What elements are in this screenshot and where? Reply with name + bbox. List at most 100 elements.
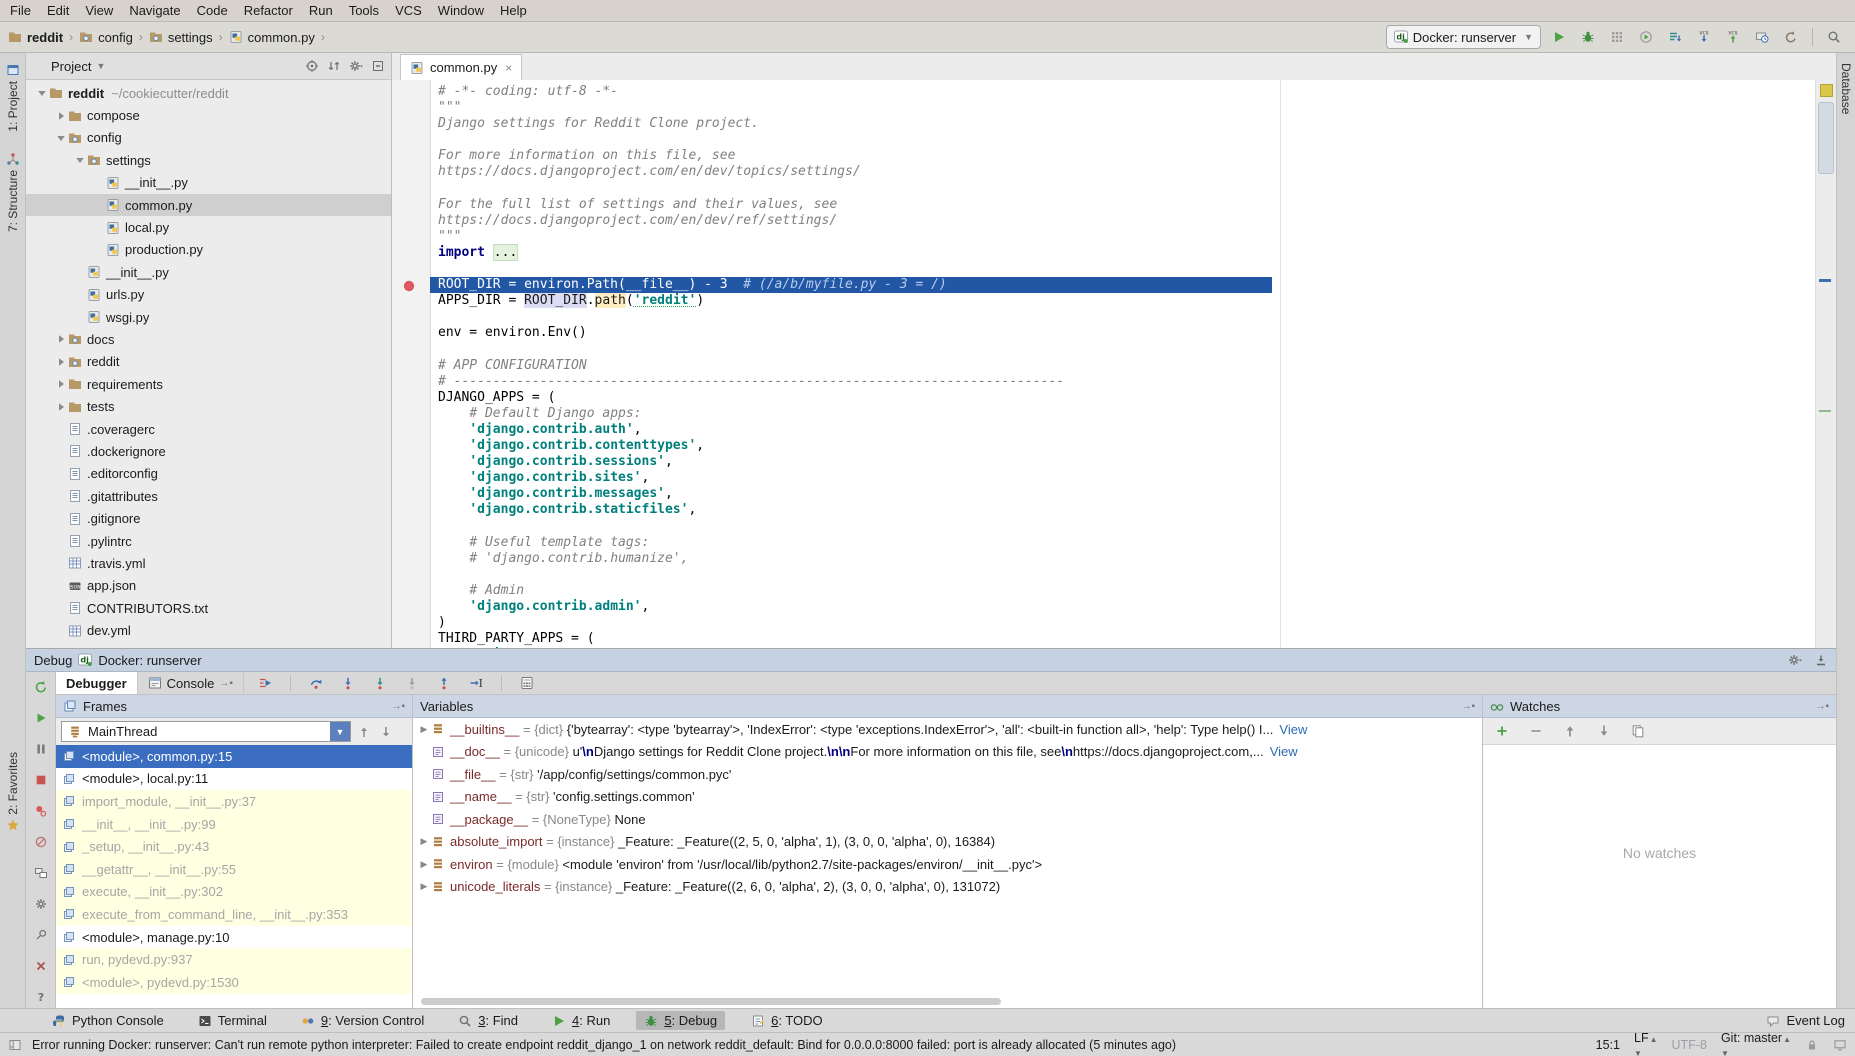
tree-item--editorconfig[interactable]: .editorconfig	[26, 463, 391, 485]
tool-window-button-2-Favorites[interactable]: 2: Favorites	[0, 742, 25, 843]
tree-collapsed-icon[interactable]	[53, 332, 68, 346]
stack-frame[interactable]: <module>, manage.py:10	[56, 926, 412, 949]
tool-window-button-1-Project[interactable]: 1: Project	[0, 53, 25, 142]
breadcrumb-reddit[interactable]: reddit	[6, 30, 65, 45]
line-ending-widget[interactable]: LF▲▼	[1634, 1031, 1658, 1056]
view-link[interactable]: View	[1270, 744, 1298, 759]
menu-view[interactable]: View	[77, 1, 121, 20]
stop-button[interactable]	[30, 769, 52, 791]
caret-position-widget[interactable]: 15:1	[1596, 1038, 1620, 1052]
menu-refactor[interactable]: Refactor	[236, 1, 301, 20]
view-breakpoints-button[interactable]	[30, 800, 52, 822]
stack-frame[interactable]: run, pydevd.py:937	[56, 948, 412, 971]
variable-row-__file__[interactable]: __file__ = {str} '/app/config/settings/c…	[413, 763, 1482, 786]
menu-tools[interactable]: Tools	[341, 1, 387, 20]
tree-item-reddit[interactable]: reddit~/cookiecutter/reddit	[26, 82, 391, 104]
target-icon[interactable]	[305, 59, 319, 73]
expand-arrow-icon[interactable]: ▶	[417, 859, 431, 870]
stack-frame[interactable]: <module>, local.py:11	[56, 768, 412, 791]
collapse-all-icon[interactable]	[371, 59, 385, 73]
stack-frame[interactable]: <module>, common.py:15	[56, 745, 412, 768]
thread-select[interactable]: MainThread ▼	[61, 721, 351, 742]
help-button[interactable]: ?	[30, 986, 52, 1008]
variable-row-unicode_literals[interactable]: ▶unicode_literals = {instance} _Feature:…	[413, 876, 1482, 899]
menu-file[interactable]: File	[2, 1, 39, 20]
stack-frame[interactable]: <module>, pydevd.py:1530	[56, 971, 412, 994]
show-execution-point-button[interactable]	[254, 672, 276, 694]
menu-edit[interactable]: Edit	[39, 1, 77, 20]
history-button[interactable]	[1751, 26, 1773, 48]
tree-item-__init__-py[interactable]: __init__.py	[26, 172, 391, 194]
project-view-select[interactable]: Project ▼	[32, 59, 105, 74]
tree-collapsed-icon[interactable]	[53, 377, 68, 391]
pin-icon[interactable]: →▪	[1461, 701, 1475, 712]
tree-item-local-py[interactable]: local.py	[26, 216, 391, 238]
menu-help[interactable]: Help	[492, 1, 535, 20]
pin-icon[interactable]: →▪	[1815, 701, 1829, 712]
pause-button[interactable]	[30, 738, 52, 760]
menu-run[interactable]: Run	[301, 1, 341, 20]
variable-row-__builtins__[interactable]: ▶__builtins__ = {dict} {'bytearray': <ty…	[413, 718, 1482, 741]
stack-frame[interactable]: execute, __init__.py:302	[56, 881, 412, 904]
stack-frame[interactable]: execute_from_command_line, __init__.py:3…	[56, 903, 412, 926]
force-step-into-button[interactable]	[401, 672, 423, 694]
stack-frame[interactable]: __getattr__, __init__.py:55	[56, 858, 412, 881]
tool-window-button-run[interactable]: 4: Run	[544, 1011, 618, 1030]
lock-icon[interactable]	[1805, 1038, 1819, 1052]
tool-window-button-database[interactable]: Database	[1837, 53, 1855, 124]
view-link[interactable]: View	[1279, 722, 1307, 737]
tree-item-settings[interactable]: settings	[26, 149, 391, 171]
run-button[interactable]	[1548, 26, 1570, 48]
menu-navigate[interactable]: Navigate	[121, 1, 188, 20]
vcs-commit-button[interactable]: VCS	[1722, 26, 1744, 48]
tree-item-reddit[interactable]: reddit	[26, 351, 391, 373]
event-log-button[interactable]: Event Log	[1766, 1013, 1845, 1028]
editor-scrollbar[interactable]	[1815, 80, 1836, 648]
expand-arrow-icon[interactable]: ▶	[417, 836, 431, 847]
variable-row-__doc__[interactable]: __doc__ = {unicode} u'\nDjango settings …	[413, 741, 1482, 764]
tree-expanded-icon[interactable]	[53, 131, 68, 145]
tree-item-app-json[interactable]: JSONapp.json	[26, 575, 391, 597]
tree-item--gitattributes[interactable]: .gitattributes	[26, 485, 391, 507]
tree-item-dev-yml[interactable]: dev.yml	[26, 619, 391, 641]
tool-window-button-7-Structure[interactable]: 7: Structure	[0, 142, 25, 242]
inspection-status-icon[interactable]	[1820, 84, 1833, 97]
search-everywhere-button[interactable]	[1823, 26, 1845, 48]
coverage-button[interactable]	[1606, 26, 1628, 48]
tree-collapsed-icon[interactable]	[53, 109, 68, 123]
tree-expanded-icon[interactable]	[72, 153, 87, 167]
expand-arrow-icon[interactable]: ▶	[417, 724, 431, 735]
tool-window-button-terminal[interactable]: Terminal	[190, 1011, 275, 1030]
tool-window-button-debug[interactable]: 5: Debug	[636, 1011, 725, 1030]
run-order-button[interactable]	[1664, 26, 1686, 48]
vcs-update-button[interactable]: VCS	[1693, 26, 1715, 48]
tree-item-config[interactable]: config	[26, 127, 391, 149]
scroll-from-source-icon[interactable]	[327, 59, 341, 73]
resume-button[interactable]	[30, 707, 52, 729]
tree-item-production-py[interactable]: production.py	[26, 239, 391, 261]
frame-up-icon[interactable]	[357, 725, 371, 739]
variable-row-environ[interactable]: ▶environ = {module} <module 'environ' fr…	[413, 853, 1482, 876]
tree-item--travis-yml[interactable]: .travis.yml	[26, 552, 391, 574]
pin-button[interactable]	[30, 924, 52, 946]
editor-tab-common-py[interactable]: common.py ×	[400, 54, 522, 80]
expand-arrow-icon[interactable]: ▶	[417, 881, 431, 892]
hide-panel-icon[interactable]	[1814, 653, 1828, 667]
menu-vcs[interactable]: VCS	[387, 1, 430, 20]
tree-item--dockerignore[interactable]: .dockerignore	[26, 440, 391, 462]
tree-item-CONTRIBUTORS-txt[interactable]: CONTRIBUTORS.txt	[26, 597, 391, 619]
tool-window-button-python-console[interactable]: Python Console	[44, 1011, 172, 1030]
move-up-button[interactable]	[1559, 720, 1581, 742]
debug-tab-debugger[interactable]: Debugger	[56, 672, 138, 694]
undo-button[interactable]	[1780, 26, 1802, 48]
restore-layout-button[interactable]	[30, 862, 52, 884]
profiler-button[interactable]	[1635, 26, 1657, 48]
close-button[interactable]	[30, 955, 52, 977]
breadcrumb-common-py[interactable]: common.py	[227, 30, 317, 45]
combo-dropdown-button[interactable]: ▼	[330, 722, 350, 741]
duplicate-watch-button[interactable]	[1627, 720, 1649, 742]
tree-item-docs[interactable]: docs	[26, 328, 391, 350]
horizontal-scrollbar[interactable]	[421, 998, 1001, 1005]
debug-tab-console[interactable]: Console→▪	[138, 672, 244, 694]
step-out-button[interactable]	[433, 672, 455, 694]
